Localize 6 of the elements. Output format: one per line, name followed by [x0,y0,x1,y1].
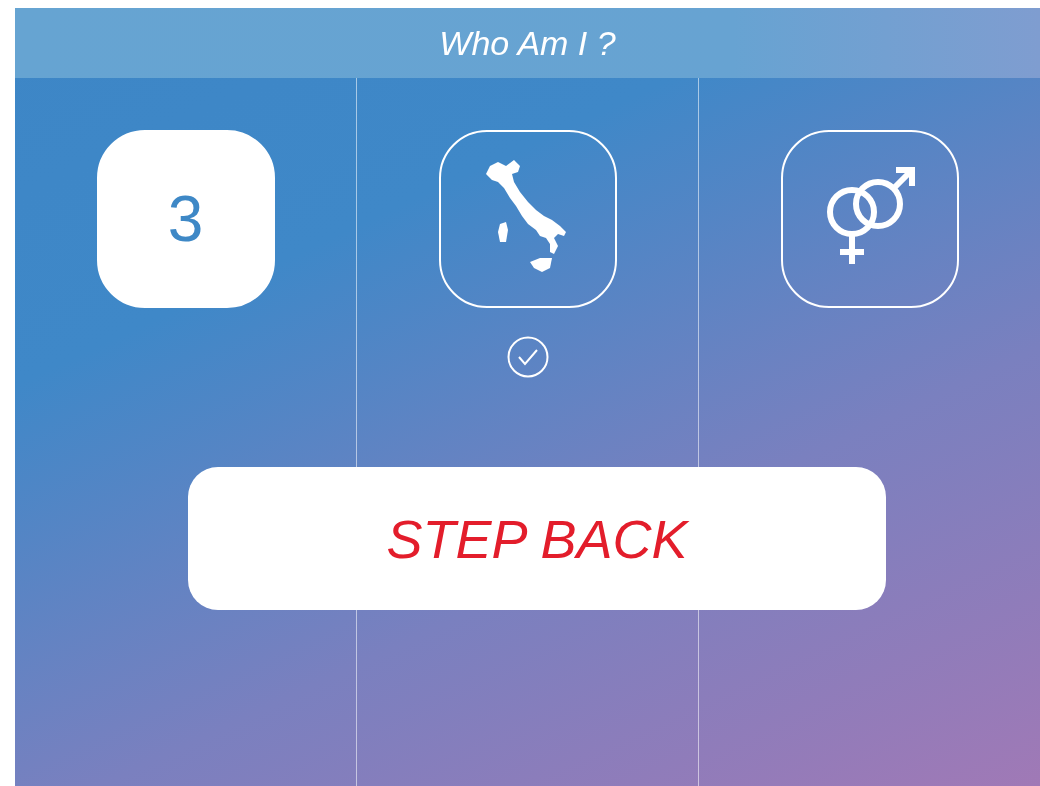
number-label: 3 [167,182,204,256]
header-title: Who Am I ? [439,23,616,63]
option-tile[interactable] [438,130,617,308]
step-back-button[interactable]: STEP BACK [188,467,886,610]
option-tile[interactable] [780,130,959,308]
option-tile[interactable]: 3 [96,130,275,308]
